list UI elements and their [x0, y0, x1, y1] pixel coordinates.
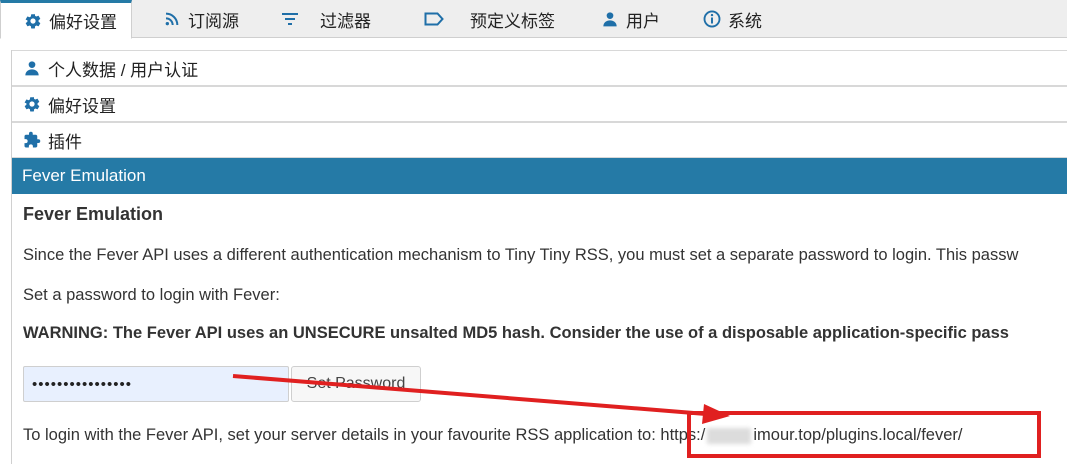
tab-feeds[interactable]: 订阅源 [162, 0, 239, 38]
user-icon [600, 9, 620, 29]
accordion-label: 偏好设置 [48, 96, 116, 116]
tab-label: 系统 [728, 11, 762, 31]
tab-label: 用户 [626, 11, 660, 31]
gear-icon [23, 11, 43, 31]
info-icon [702, 9, 722, 29]
rss-icon [162, 9, 182, 29]
md5-warning: WARNING: The Fever API uses an UNSECURE … [23, 324, 1009, 342]
accordion-personal-data[interactable]: 个人数据 / 用户认证 [12, 50, 1067, 86]
tab-label: 预定义标签 [470, 11, 555, 31]
preferences-content: 个人数据 / 用户认证 偏好设置 插件 Fever Emulation Feve… [11, 50, 1067, 464]
accordion-label: 个人数据 / 用户认证 [48, 60, 199, 80]
tab-label: 订阅源 [188, 11, 239, 31]
label-icon [424, 9, 444, 29]
tab-preferences[interactable]: 偏好设置 [0, 0, 132, 39]
accordion-preferences[interactable]: 偏好设置 [12, 86, 1067, 122]
tab-label: 偏好设置 [49, 13, 117, 32]
filter-icon [280, 9, 300, 29]
tab-label: 过滤器 [320, 11, 371, 31]
gear-icon [22, 94, 42, 114]
puzzle-icon [22, 130, 42, 150]
accordion-fever-emulation[interactable]: Fever Emulation [12, 158, 1067, 194]
accordion-plugins[interactable]: 插件 [12, 122, 1067, 158]
accordion-label: Fever Emulation [22, 166, 146, 185]
pane-title: Fever Emulation [23, 204, 164, 224]
login-info-text: To login with the Fever API, set your se… [23, 426, 656, 444]
tab-labels[interactable]: 预定义标签 [424, 0, 555, 38]
tab-system[interactable]: 系统 [702, 0, 762, 38]
top-tab-bar: 偏好设置 订阅源 过滤器 预定义标签 用户 系统 [0, 0, 1067, 39]
set-password-button[interactable]: Set Password [291, 366, 421, 402]
tab-filters[interactable]: 过滤器 [280, 0, 371, 38]
tab-users[interactable]: 用户 [600, 0, 660, 38]
fever-description: Since the Fever API uses a different aut… [23, 246, 1019, 264]
fever-password-input[interactable]: •••••••••••••••• [23, 366, 289, 402]
user-icon [22, 58, 42, 78]
accordion-label: 插件 [48, 132, 82, 152]
url-highlight-box [687, 411, 1041, 458]
set-password-prompt: Set a password to login with Fever: [23, 286, 280, 304]
